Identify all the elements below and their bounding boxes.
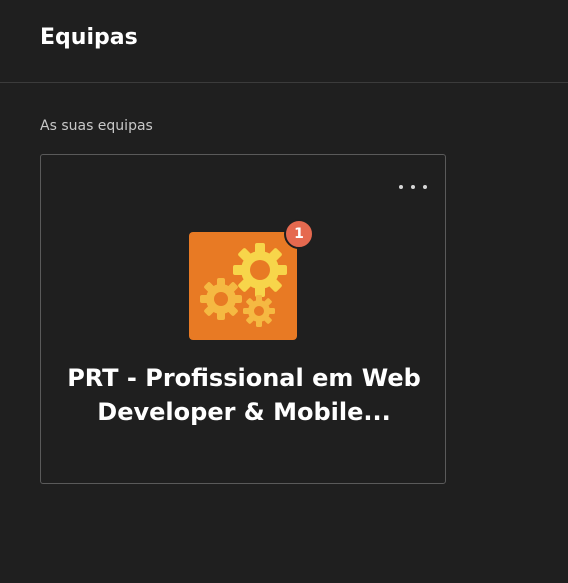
team-name-line-1: PRT - Profissional em Web <box>67 364 421 392</box>
more-options-button[interactable] <box>399 179 427 195</box>
page-header: Equipas <box>0 0 568 83</box>
team-name-line-2: Developer & Mobile... <box>97 398 391 426</box>
more-options-icon-dot <box>411 185 415 189</box>
team-avatar <box>189 232 297 340</box>
more-options-icon <box>399 185 403 189</box>
more-options-icon-dot <box>423 185 427 189</box>
page-title: Equipas <box>40 25 138 50</box>
team-card[interactable]: 1 PRT - Profissional em Web Developer & … <box>40 154 446 484</box>
notification-badge: 1 <box>284 219 314 249</box>
team-name[interactable]: PRT - Profissional em Web Developer & Mo… <box>61 361 427 429</box>
section-label-your-teams: As suas equipas <box>40 118 153 134</box>
gears-icon <box>200 243 287 327</box>
